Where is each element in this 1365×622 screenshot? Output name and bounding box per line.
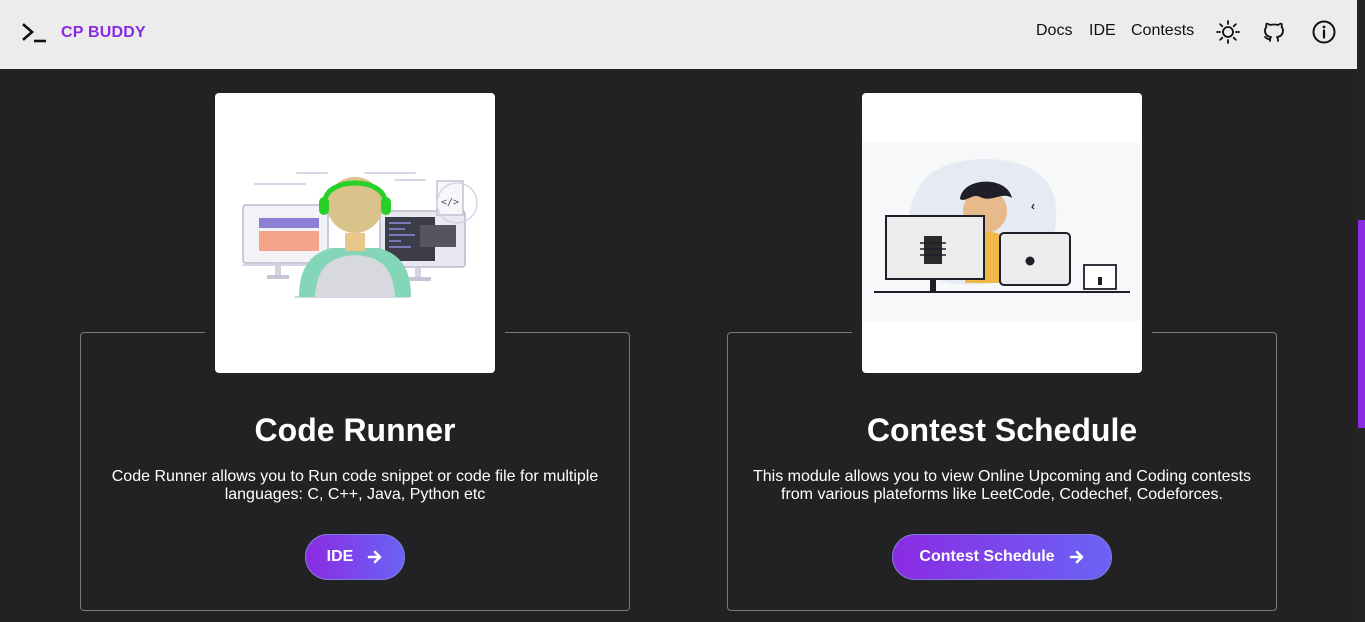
svg-text:</>: </> xyxy=(441,197,459,208)
contest-schedule-title: Contest Schedule xyxy=(866,412,1138,448)
ide-button[interactable]: IDE xyxy=(305,534,405,580)
arrow-right-icon xyxy=(368,550,382,564)
nav-ide-link[interactable]: IDE xyxy=(1089,22,1116,40)
info-icon[interactable] xyxy=(1310,18,1338,46)
scrollbar-thumb[interactable] xyxy=(1358,220,1365,428)
sun-icon[interactable] xyxy=(1214,18,1242,46)
nav-contests-link[interactable]: Contests xyxy=(1131,22,1194,40)
terminal-icon xyxy=(22,23,46,43)
contest-schedule-description: This module allows you to view Online Up… xyxy=(752,468,1252,503)
nav-docs-link[interactable]: Docs xyxy=(1036,22,1072,40)
contest-schedule-button-label: Contest Schedule xyxy=(919,548,1055,565)
contest-schedule-illustration xyxy=(862,93,1142,373)
brand-link[interactable]: CP BUDDY xyxy=(21,20,146,46)
arrow-right-icon xyxy=(1069,550,1083,564)
top-navbar: CP BUDDY Docs IDE Contests xyxy=(0,0,1357,69)
ide-button-label: IDE xyxy=(326,548,354,565)
code-runner-description: Code Runner allows you to Run code snipp… xyxy=(111,468,599,503)
brand-name: CP BUDDY xyxy=(61,24,146,41)
code-runner-title: Code Runner xyxy=(254,412,456,448)
code-runner-illustration: </> xyxy=(215,93,495,373)
page-scrollbar[interactable] xyxy=(1357,0,1365,622)
github-icon[interactable] xyxy=(1260,18,1288,46)
contest-schedule-button[interactable]: Contest Schedule xyxy=(892,534,1112,580)
